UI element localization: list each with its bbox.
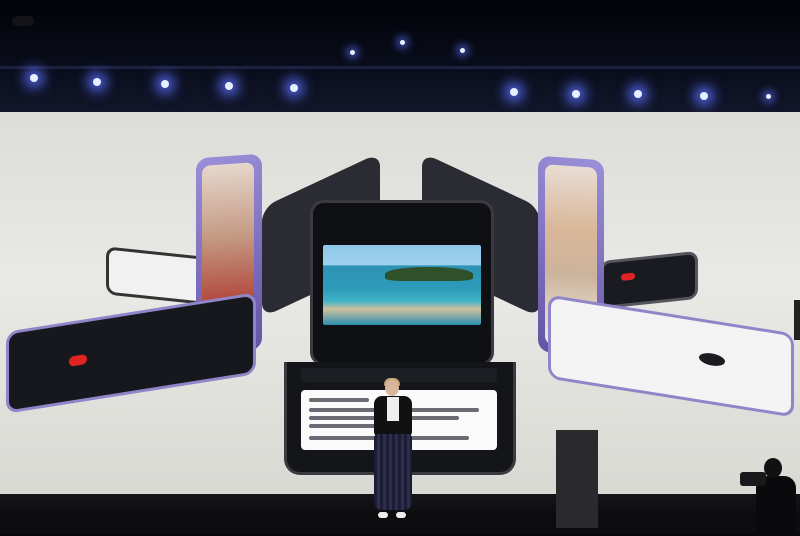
phone-far-right: [600, 250, 698, 310]
stage-light: [634, 90, 642, 98]
text-line: [309, 398, 369, 402]
right-post: [794, 300, 800, 340]
presenter-head: [385, 380, 399, 396]
stage-light: [400, 40, 405, 45]
call-button: [69, 353, 87, 367]
stage-light: [350, 50, 355, 55]
camera-operator: [740, 452, 800, 536]
stage-light: [572, 90, 580, 98]
island: [385, 267, 473, 281]
presenter-shirt: [387, 397, 399, 421]
podium: [556, 430, 598, 528]
presenter: [368, 378, 418, 524]
camera-module: [12, 16, 34, 26]
stage-light: [225, 82, 233, 90]
stage-light: [30, 74, 38, 82]
stage-light: [161, 80, 169, 88]
stage-light: [290, 84, 298, 92]
stage-light: [460, 48, 465, 53]
camera-dot: [699, 351, 725, 368]
phone-center-top: [310, 200, 494, 366]
stage-light: [700, 92, 708, 100]
stage-light: [510, 88, 518, 96]
lighting-truss: [0, 66, 800, 69]
presenter-shoe: [378, 512, 388, 518]
stage-light: [93, 78, 101, 86]
presenter-shoe: [396, 512, 406, 518]
video-camera: [740, 472, 766, 486]
presenter-skirt: [374, 434, 412, 510]
venue-ceiling: [0, 0, 800, 112]
beach-wallpaper: [323, 245, 481, 325]
stage-light: [766, 94, 771, 99]
operator-head: [764, 458, 782, 478]
call-button: [621, 272, 635, 281]
